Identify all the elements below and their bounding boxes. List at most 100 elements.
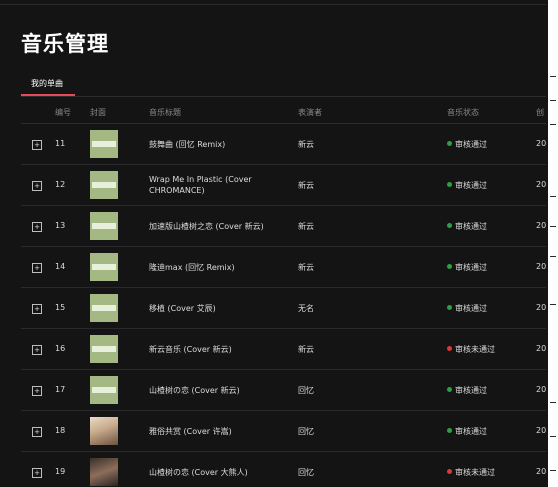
cover-image [90,253,118,281]
plus-square-icon[interactable]: + [32,468,42,478]
status-ok-dot-icon [447,141,452,146]
table-row[interactable]: + 15 移植 (Cover 艾辰) 无名 审核通过 20 [21,288,546,329]
status-text: 审核通过 [455,181,487,190]
created-date: 20 [536,467,547,476]
song-title: 加速版山楂树之恋 (Cover 新云) [149,222,264,231]
table-row[interactable]: + 18 雅俗共赏 (Cover 许嵩) 回忆 审核通过 20 [21,411,546,452]
artist-name: 新云 [298,181,314,190]
song-title: 移植 (Cover 艾辰) [149,304,216,313]
status-ok-dot-icon [447,223,452,228]
status-badge: 审核通过 [447,262,487,273]
created-date: 20 [536,344,547,353]
row-number: 12 [55,180,66,189]
status-badge: 审核未通过 [447,344,495,355]
plus-square-icon[interactable]: + [32,304,42,314]
row-number: 18 [55,426,66,435]
song-title: Wrap Me In Plastic (Cover CHROMANCE) [149,175,252,195]
table-row[interactable]: + 11 鼓舞曲 (回忆 Remix) 新云 审核通过 20 [21,124,546,165]
cover-image [90,335,118,363]
cover-image [90,376,118,404]
column-header-number[interactable]: 编号 [55,107,71,118]
music-table: 编号 封面 音乐标题 表演者 音乐状态 创 + 11 鼓舞曲 (回忆 Remix… [21,100,546,487]
plus-square-icon[interactable]: + [32,345,42,355]
artist-name: 回忆 [298,427,314,436]
created-date: 20 [536,262,547,271]
status-badge: 审核通过 [447,426,487,437]
top-divider [0,4,546,5]
table-row[interactable]: + 17 山楂树の恋 (Cover 新云) 回忆 审核通过 20 [21,370,546,411]
column-header-title[interactable]: 音乐标题 [149,107,181,118]
row-number: 14 [55,262,66,271]
column-header-date[interactable]: 创 [536,107,544,118]
created-date: 20 [536,180,547,189]
table-row[interactable]: + 16 新云音乐 (Cover 新云) 新云 审核未通过 20 [21,329,546,370]
cover-image [90,417,118,445]
plus-square-icon[interactable]: + [32,386,42,396]
artist-name: 新云 [298,263,314,272]
status-text: 审核通过 [455,222,487,231]
artist-name: 新云 [298,140,314,149]
status-badge: 审核通过 [447,221,487,232]
plus-square-icon[interactable]: + [32,181,42,191]
created-date: 20 [536,303,547,312]
status-badge: 审核未通过 [447,467,495,478]
status-ok-dot-icon [447,305,452,310]
status-ok-dot-icon [447,387,452,392]
plus-square-icon[interactable]: + [32,427,42,437]
row-number: 11 [55,139,66,148]
column-header-artist[interactable]: 表演者 [298,107,322,118]
created-date: 20 [536,139,547,148]
status-ok-dot-icon [447,182,452,187]
column-header-status[interactable]: 音乐状态 [447,107,479,118]
status-text: 审核未通过 [455,468,495,477]
status-text: 审核通过 [455,263,487,272]
artist-name: 回忆 [298,468,314,477]
plus-square-icon[interactable]: + [32,263,42,273]
artist-name: 新云 [298,345,314,354]
row-number: 13 [55,221,66,230]
status-text: 审核通过 [455,427,487,436]
created-date: 20 [536,426,547,435]
row-number: 15 [55,303,66,312]
table-row[interactable]: + 12 Wrap Me In Plastic (Cover CHROMANCE… [21,165,546,206]
status-text: 审核通过 [455,386,487,395]
status-rejected-dot-icon [447,346,452,351]
row-number: 16 [55,344,66,353]
table-row[interactable]: + 19 山楂树の恋 (Cover 大熊人) 回忆 审核未通过 20 [21,452,546,487]
created-date: 20 [536,385,547,394]
status-ok-dot-icon [447,264,452,269]
tab-bar: 我的单曲 [21,74,546,97]
row-number: 19 [55,467,66,476]
status-badge: 审核通过 [447,139,487,150]
cover-image [90,294,118,322]
artist-name: 回忆 [298,386,314,395]
right-edge-panel [548,0,558,487]
plus-square-icon[interactable]: + [32,222,42,232]
table-row[interactable]: + 14 隆迪max (回忆 Remix) 新云 审核通过 20 [21,247,546,288]
artist-name: 无名 [298,304,314,313]
active-tab-indicator [21,94,75,96]
table-header: 编号 封面 音乐标题 表演者 音乐状态 创 [21,100,546,124]
column-header-cover: 封面 [90,108,106,117]
cover-image [90,458,118,486]
cover-image [90,171,118,199]
status-badge: 审核通过 [447,303,487,314]
status-text: 审核未通过 [455,345,495,354]
cover-image [90,212,118,240]
row-number: 17 [55,385,66,394]
music-management-page: 音乐管理 我的单曲 编号 封面 音乐标题 表演者 音乐状态 创 + 11 鼓舞曲… [0,0,558,487]
status-badge: 审核通过 [447,180,487,191]
tab-label: 我的单曲 [31,79,63,88]
plus-square-icon[interactable]: + [32,140,42,150]
table-row[interactable]: + 13 加速版山楂树之恋 (Cover 新云) 新云 审核通过 20 [21,206,546,247]
cover-image [90,130,118,158]
status-rejected-dot-icon [447,469,452,474]
song-title: 雅俗共赏 (Cover 许嵩) [149,427,232,436]
song-title: 隆迪max (回忆 Remix) [149,263,235,272]
created-date: 20 [536,221,547,230]
status-ok-dot-icon [447,428,452,433]
status-text: 审核通过 [455,304,487,313]
tab-my-singles[interactable]: 我的单曲 [21,74,75,96]
song-title: 山楂树の恋 (Cover 新云) [149,386,240,395]
song-title: 山楂树の恋 (Cover 大熊人) [149,468,248,477]
